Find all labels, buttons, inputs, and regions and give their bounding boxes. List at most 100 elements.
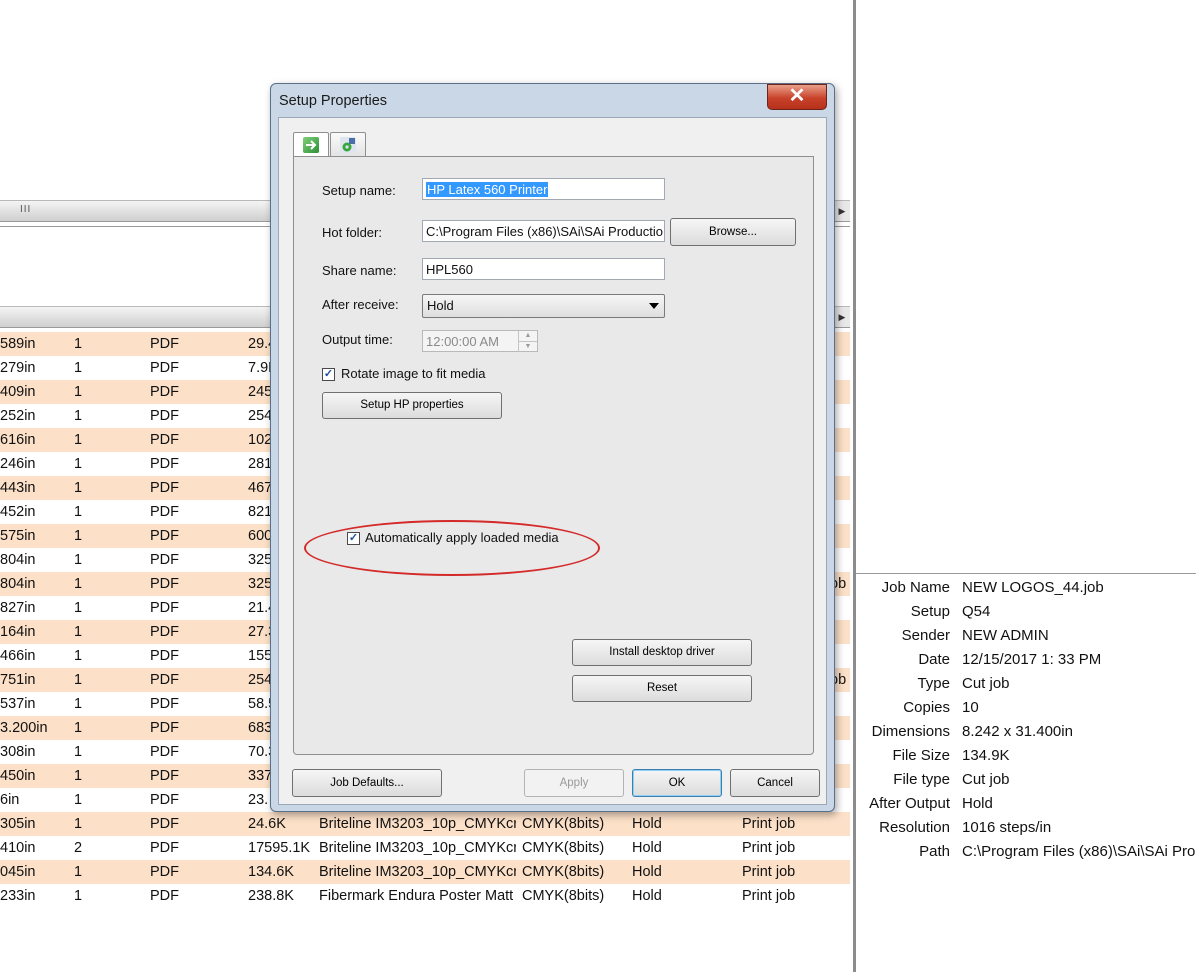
spin-up-icon[interactable]: ▲ — [518, 331, 537, 341]
table-cell: PDF — [150, 672, 179, 688]
table-row[interactable]: 233in 1 PDF 238.8K Fibermark Endura Poster M… — [0, 884, 850, 908]
table-cell: PDF — [150, 840, 179, 856]
spin-down-icon[interactable]: ▼ — [518, 341, 537, 352]
table-cell: CMYK(8bits) — [522, 816, 605, 832]
scroll-right-arrow-icon[interactable]: ▶ — [833, 307, 850, 327]
rotate-image-checkbox[interactable]: ✓ — [322, 368, 335, 381]
property-row: Path C:\Program Files (x86)\SAi\SAi Prod — [856, 840, 1196, 864]
table-cell: PDF — [150, 336, 179, 352]
table-cell: 337 — [248, 768, 273, 784]
table-cell: PDF — [150, 552, 179, 568]
property-row: File Size 134.9K — [856, 744, 1196, 768]
property-value: 10 — [962, 699, 979, 716]
browse-button[interactable]: Browse... — [670, 218, 796, 246]
table-cell: PDF — [150, 624, 179, 640]
table-cell: PDF — [150, 480, 179, 496]
table-row[interactable]: 305in 1 PDF 24.6K Briteline IM3203_10p_CMYKc… — [0, 812, 850, 836]
table-row[interactable]: 410in 2 PDF 17595.1K Briteline IM3203_10p_CM… — [0, 836, 850, 860]
table-cell: 575in — [0, 528, 36, 544]
table-cell: 1 — [74, 480, 83, 496]
table-cell: 254 — [248, 408, 273, 424]
table-cell: 1 — [74, 408, 83, 424]
table-cell: 751in — [0, 672, 36, 688]
table-cell: 245 — [248, 384, 273, 400]
table-cell: PDF — [150, 864, 179, 880]
table-cell: PDF — [150, 744, 179, 760]
property-row: Date 12/15/2017 1: 33 PM — [856, 648, 1196, 672]
tab-plugins[interactable] — [330, 132, 366, 157]
table-cell: 279in — [0, 360, 36, 376]
table-cell: 164in — [0, 624, 36, 640]
property-value: Cut job — [962, 675, 1010, 692]
table-cell: Print job — [742, 888, 796, 904]
table-cell: 450in — [0, 768, 36, 784]
property-value: 12/15/2017 1: 33 PM — [962, 651, 1102, 668]
table-cell: 17595.1K — [248, 840, 311, 856]
table-cell: Briteline IM3203_10p_CMYKcr — [319, 816, 516, 832]
apply-button[interactable]: Apply — [524, 769, 624, 797]
table-cell: PDF — [150, 384, 179, 400]
tab-setup[interactable] — [293, 132, 329, 158]
table-cell: 821 — [248, 504, 273, 520]
install-desktop-driver-button[interactable]: Install desktop driver — [572, 639, 752, 666]
table-cell: 1 — [74, 576, 83, 592]
table-cell: PDF — [150, 528, 179, 544]
table-cell: CMYK(8bits) — [522, 888, 605, 904]
property-label: Copies — [903, 699, 950, 716]
property-value: C:\Program Files (x86)\SAi\SAi Prod — [962, 843, 1196, 860]
job-defaults-button[interactable]: Job Defaults... — [292, 769, 442, 797]
ok-button[interactable]: OK — [632, 769, 722, 797]
property-value: NEW LOGOS_44.job — [962, 579, 1104, 596]
hot-folder-label: Hot folder: — [322, 225, 382, 240]
property-label: Type — [917, 675, 950, 692]
property-label: Dimensions — [871, 723, 950, 740]
table-cell: 1 — [74, 624, 83, 640]
table-cell: PDF — [150, 576, 179, 592]
share-name-input[interactable]: HPL560 — [422, 258, 665, 280]
after-receive-select[interactable]: Hold — [422, 294, 665, 318]
table-cell: 233in — [0, 888, 36, 904]
after-receive-value: Hold — [427, 298, 454, 313]
reset-button[interactable]: Reset — [572, 675, 752, 702]
table-cell: 24.6K — [248, 816, 286, 832]
table-cell: 3.200in — [0, 720, 48, 736]
table-cell: 6in — [0, 792, 20, 808]
scrollbar-grip[interactable]: III — [20, 204, 31, 215]
table-cell: 1 — [74, 816, 83, 832]
chevron-down-icon — [649, 303, 659, 309]
property-value: 8.242 x 31.400in — [962, 723, 1073, 740]
property-value: Cut job — [962, 771, 1010, 788]
table-cell: Fibermark Endura Poster Matt — [319, 888, 514, 904]
table-cell: PDF — [150, 360, 179, 376]
setup-name-input[interactable]: HP Latex 560 Printer — [422, 178, 665, 200]
table-cell: 466in — [0, 648, 36, 664]
table-row[interactable]: 045in 1 PDF 134.6K Briteline IM3203_10p_CMYK… — [0, 860, 850, 884]
table-cell: 1 — [74, 336, 83, 352]
table-cell: 155 — [248, 648, 273, 664]
property-row: Dimensions 8.242 x 31.400in — [856, 720, 1196, 744]
setup-hp-properties-button[interactable]: Setup HP properties — [322, 392, 502, 419]
property-label: File type — [893, 771, 950, 788]
table-cell: 252in — [0, 408, 36, 424]
table-cell: 1 — [74, 648, 83, 664]
table-cell: 2 — [74, 840, 83, 856]
share-name-label: Share name: — [322, 263, 397, 278]
table-cell: PDF — [150, 504, 179, 520]
table-cell: 827in — [0, 600, 36, 616]
table-cell: 308in — [0, 744, 36, 760]
cancel-button[interactable]: Cancel — [730, 769, 820, 797]
table-cell: 452in — [0, 504, 36, 520]
hot-folder-input[interactable]: C:\Program Files (x86)\SAi\SAi Productio — [422, 220, 665, 242]
output-time-spinner[interactable]: 12:00:00 AM ▲ ▼ — [422, 330, 538, 352]
table-cell: Hold — [632, 888, 662, 904]
table-cell: 616in — [0, 432, 36, 448]
annotation-circle — [304, 520, 600, 576]
property-label: Setup — [910, 603, 950, 620]
property-row: Type Cut job — [856, 672, 1196, 696]
rotate-image-label[interactable]: Rotate image to fit media — [341, 366, 486, 381]
close-button[interactable]: ✕ — [767, 84, 827, 110]
table-cell: 1 — [74, 720, 83, 736]
table-cell: 254 — [248, 672, 273, 688]
table-cell: PDF — [150, 816, 179, 832]
scroll-right-arrow-icon[interactable]: ▶ — [833, 201, 850, 221]
